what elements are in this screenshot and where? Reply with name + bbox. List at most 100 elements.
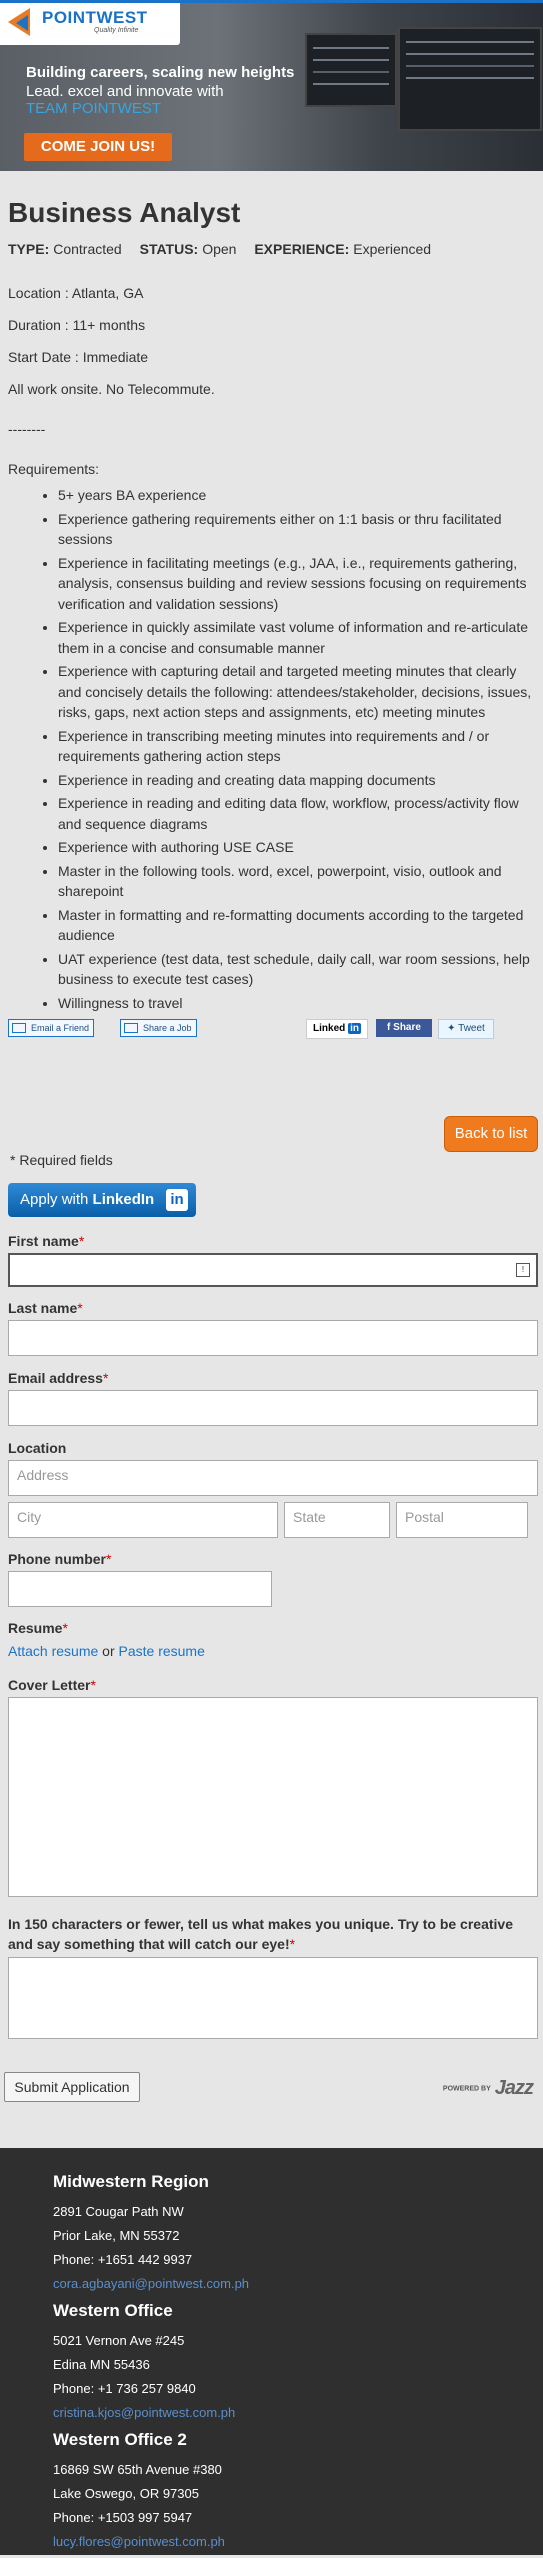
- facebook-label: Share: [393, 1022, 421, 1033]
- join-us-button[interactable]: COME JOIN US!: [24, 133, 172, 161]
- logo-tagline: Quality Infinite: [94, 27, 139, 34]
- apply-with-linkedin-button[interactable]: Apply with LinkedIn in: [8, 1183, 196, 1217]
- office-block: Western Office 2 16869 SW 65th Avenue #3…: [53, 2430, 225, 2558]
- share-job-label: Share a Job: [143, 1023, 192, 1033]
- office-block: Midwestern Region 2891 Cougar Path NW Pr…: [53, 2172, 249, 2300]
- cover-letter-text: Cover Letter: [8, 1677, 91, 1693]
- last-name-field[interactable]: [8, 1320, 538, 1356]
- required-star: *: [90, 1677, 96, 1693]
- cover-letter-textarea[interactable]: [8, 1697, 538, 1897]
- share-icon: [124, 1023, 138, 1033]
- office-address-line: Edina MN 55436: [53, 2357, 150, 2372]
- hero-subline: Lead. excel and innovate with: [26, 83, 224, 100]
- autofill-icon[interactable]: !: [516, 1263, 530, 1277]
- job-title: Business Analyst: [8, 197, 241, 228]
- required-fields-note: * Required fields: [10, 1152, 113, 1168]
- city-placeholder: City: [17, 1509, 42, 1525]
- requirements-list: 5+ years BA experience Experience gather…: [8, 485, 535, 1013]
- required-star: *: [62, 1620, 68, 1636]
- attach-resume-link[interactable]: Attach resume: [8, 1643, 98, 1659]
- office-block: Western Office 5021 Vernon Ave #245 Edin…: [53, 2301, 235, 2429]
- list-item: Master in the following tools. word, exc…: [58, 861, 535, 902]
- email-label: Email address*: [8, 1370, 108, 1386]
- facebook-share-button[interactable]: f Share: [376, 1019, 432, 1037]
- address-placeholder: Address: [17, 1467, 69, 1483]
- logo-mark-icon: [16, 15, 28, 31]
- list-item: Experience gathering requirements either…: [58, 509, 535, 550]
- list-item: Willingness to travel: [58, 993, 535, 1014]
- unique-textarea[interactable]: [8, 1957, 538, 2039]
- phone-field[interactable]: [8, 1571, 272, 1607]
- type-value: Contracted: [53, 241, 122, 257]
- state-placeholder: State: [293, 1509, 326, 1525]
- email-field[interactable]: [8, 1390, 538, 1426]
- phone-label: Phone number*: [8, 1551, 111, 1567]
- office-address-line: Prior Lake, MN 55372: [53, 2228, 180, 2243]
- submit-application-button[interactable]: Submit Application: [4, 2072, 140, 2102]
- requirements-title: Requirements:: [8, 461, 100, 477]
- postal-field[interactable]: Postal: [396, 1502, 528, 1538]
- city-field[interactable]: City: [8, 1502, 278, 1538]
- linkedin-share-button[interactable]: Linked in: [306, 1019, 368, 1039]
- type-label: TYPE:: [8, 241, 50, 257]
- list-item: Experience in reading and creating data …: [58, 770, 535, 791]
- job-meta: TYPE: Contracted STATUS: Open EXPERIENCE: E…: [8, 241, 535, 257]
- office-email-link[interactable]: cristina.kjos@pointwest.com.ph: [53, 2405, 235, 2420]
- location-label: Location: [8, 1440, 67, 1456]
- job-location: Location : Atlanta, GA: [8, 285, 144, 301]
- office-address-line: 5021 Vernon Ave #245: [53, 2333, 185, 2348]
- list-item: Experience with capturing detail and tar…: [58, 661, 535, 723]
- tweet-label: Tweet: [458, 1023, 485, 1034]
- first-name-field[interactable]: !: [8, 1253, 538, 1287]
- resume-text: Resume: [8, 1620, 63, 1636]
- apply-linkedin-brand: LinkedIn: [92, 1191, 155, 1208]
- paste-resume-link[interactable]: Paste resume: [119, 1643, 205, 1659]
- list-item: Experience in facilitating meetings (e.g…: [58, 553, 535, 615]
- email-text: Email address: [8, 1370, 103, 1386]
- back-to-list-button[interactable]: Back to list: [444, 1116, 538, 1152]
- email-friend-label: Email a Friend: [31, 1023, 90, 1033]
- office-phone: Phone: +1503 997 5947: [53, 2510, 193, 2525]
- office-email-link[interactable]: cora.agbayani@pointwest.com.ph: [53, 2276, 249, 2291]
- list-item: Experience in reading and editing data f…: [58, 793, 535, 834]
- job-start-date: Start Date : Immediate: [8, 349, 149, 365]
- office-email-link[interactable]: lucy.flores@pointwest.com.ph: [53, 2534, 225, 2549]
- powered-by-text: POWERED BY: [442, 2085, 491, 2093]
- tweet-button[interactable]: ✦ Tweet: [438, 1019, 494, 1039]
- office-name: Western Office: [53, 2301, 173, 2320]
- job-content: Business Analyst TYPE: Contracted STATUS:…: [0, 197, 543, 1047]
- jazz-logo: Jazz: [494, 2077, 534, 2099]
- footer: Midwestern Region 2891 Cougar Path NW Pr…: [0, 2148, 543, 2555]
- company-logo[interactable]: POINTWEST Quality Infinite: [0, 3, 180, 45]
- required-star: *: [289, 1936, 296, 1952]
- apply-linkedin-prefix: Apply with: [20, 1191, 93, 1208]
- cover-letter-label: Cover Letter*: [8, 1677, 96, 1693]
- envelope-icon: [12, 1023, 26, 1033]
- last-name-text: Last name: [8, 1300, 78, 1316]
- required-star: *: [78, 1233, 85, 1249]
- required-star: *: [77, 1300, 83, 1316]
- or-text: or: [102, 1643, 115, 1659]
- share-job-button[interactable]: Share a Job: [120, 1019, 197, 1037]
- list-item: Experience in quickly assimilate vast vo…: [58, 617, 535, 658]
- office-name: Western Office 2: [53, 2430, 187, 2449]
- status-value: Open: [202, 241, 237, 257]
- office-phone: Phone: +1 736 257 9840: [53, 2381, 196, 2396]
- first-name-label: First name*: [8, 1233, 84, 1249]
- resume-options: Attach resume or Paste resume: [8, 1643, 205, 1659]
- powered-by-jazz: POWERED BY Jazz: [442, 2077, 534, 2100]
- list-item: Experience in transcribing meeting minut…: [58, 726, 535, 767]
- first-name-text: First name: [8, 1233, 79, 1249]
- job-duration: Duration : 11+ months: [8, 317, 146, 333]
- state-field[interactable]: State: [284, 1502, 390, 1538]
- hero-headline: Building careers, scaling new heights: [26, 64, 295, 81]
- office-name: Midwestern Region: [53, 2172, 209, 2191]
- address-field[interactable]: Address: [8, 1460, 538, 1496]
- hero-team: TEAM POINTWEST: [26, 100, 161, 117]
- email-friend-button[interactable]: Email a Friend: [8, 1019, 95, 1037]
- status-label: STATUS:: [139, 241, 199, 257]
- list-item: UAT experience (test data, test schedule…: [58, 949, 535, 990]
- resume-label: Resume*: [8, 1620, 68, 1636]
- divider-text: --------: [8, 421, 46, 437]
- list-item: Master in formatting and re-formatting d…: [58, 905, 535, 946]
